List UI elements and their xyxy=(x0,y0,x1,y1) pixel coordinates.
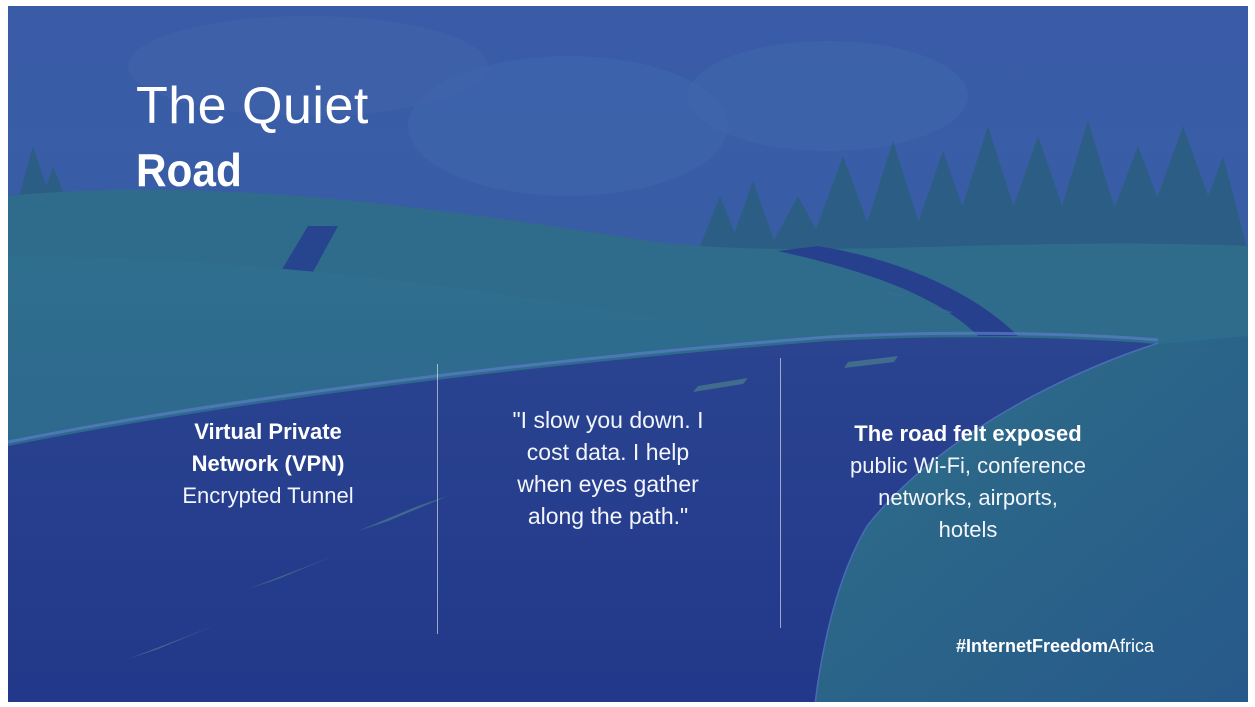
hashtag-suffix: Africa xyxy=(1108,636,1155,656)
column-divider-right xyxy=(780,358,781,628)
column-exposed: The road felt exposed public Wi-Fi, conf… xyxy=(803,418,1133,546)
quote-line-4: along the path." xyxy=(527,503,689,529)
exposed-line-1: public Wi-Fi, conference xyxy=(850,453,1086,478)
column-quote: "I slow you down. I cost data. I help wh… xyxy=(468,404,748,532)
hashtag: #InternetFreedomAfrica xyxy=(956,636,1154,657)
exposed-heading: The road felt exposed xyxy=(854,421,1082,446)
title-line-2: Road xyxy=(136,144,242,196)
column-vpn: Virtual Private Network (VPN) Encrypted … xyxy=(138,416,398,512)
exposed-line-2: networks, airports, xyxy=(878,485,1058,510)
hashtag-prefix: # xyxy=(956,636,967,656)
vpn-heading-line-1: Virtual Private xyxy=(194,419,342,444)
title-line-1: The Quiet xyxy=(136,77,369,135)
quote-line-2: cost data. I help xyxy=(526,439,690,465)
column-divider-left xyxy=(437,364,438,634)
quote-line-1: "I slow you down. I xyxy=(512,407,704,433)
slide: The Quiet Road Virtual Private Network (… xyxy=(8,6,1248,702)
quote-line-3: when eyes gather xyxy=(517,471,699,497)
vpn-subtitle: Encrypted Tunnel xyxy=(182,483,354,508)
exposed-line-3: hotels xyxy=(938,517,998,542)
hashtag-bold: InternetFreedom xyxy=(966,636,1109,656)
vpn-heading-line-2: Network (VPN) xyxy=(191,451,345,476)
